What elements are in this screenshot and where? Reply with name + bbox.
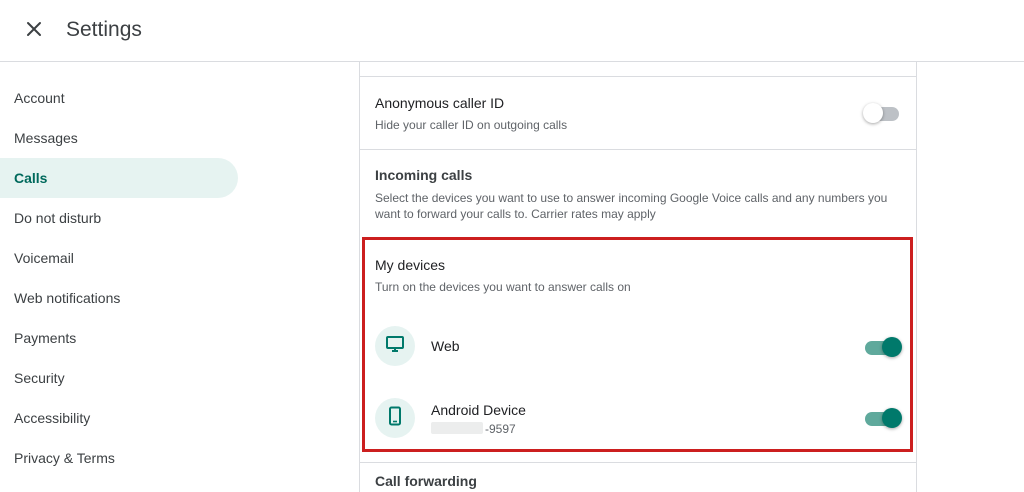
toggle-thumb — [882, 408, 902, 428]
toggle-thumb — [882, 337, 902, 357]
redacted-number-block — [431, 422, 483, 434]
monitor-icon — [385, 334, 405, 359]
calls-settings-panel: Anonymous caller ID Hide your caller ID … — [359, 62, 917, 492]
toggle-thumb — [863, 103, 883, 123]
web-device-toggle[interactable] — [863, 336, 903, 358]
sidebar-item-privacy-terms[interactable]: Privacy & Terms — [0, 438, 238, 478]
close-button[interactable] — [20, 17, 48, 45]
my-devices-title: My devices — [375, 257, 446, 273]
incoming-calls-description: Select the devices you want to use to an… — [375, 191, 888, 221]
settings-app: Settings Account Messages Calls Do not d… — [0, 0, 1024, 492]
android-device-toggle[interactable] — [863, 407, 903, 429]
page-title: Settings — [66, 18, 142, 41]
sidebar-item-messages[interactable]: Messages — [0, 118, 238, 158]
section-divider — [360, 149, 916, 150]
android-device-number-suffix: -9597 — [485, 422, 516, 436]
header: Settings — [0, 0, 1024, 62]
anonymous-caller-id-description: Hide your caller ID on outgoing calls — [375, 118, 568, 132]
sidebar-item-calls[interactable]: Calls — [0, 158, 238, 198]
sidebar-item-web-notifications[interactable]: Web notifications — [0, 278, 238, 318]
anonymous-caller-id-title: Anonymous caller ID — [375, 95, 505, 111]
sidebar-item-security[interactable]: Security — [0, 358, 238, 398]
sidebar-nav: Account Messages Calls Do not disturb Vo… — [0, 78, 240, 478]
sidebar-item-voicemail[interactable]: Voicemail — [0, 238, 238, 278]
web-device-name: Web — [431, 338, 460, 354]
sidebar-item-payments[interactable]: Payments — [0, 318, 238, 358]
call-forwarding-title: Call forwarding — [375, 473, 477, 489]
anonymous-caller-id-toggle[interactable] — [863, 102, 903, 124]
android-device-icon-circle — [375, 398, 415, 438]
section-divider — [360, 76, 916, 77]
sidebar-item-do-not-disturb[interactable]: Do not disturb — [0, 198, 238, 238]
sidebar-item-accessibility[interactable]: Accessibility — [0, 398, 238, 438]
incoming-calls-title: Incoming calls — [375, 167, 473, 183]
sidebar-item-account[interactable]: Account — [0, 78, 238, 118]
my-devices-description: Turn on the devices you want to answer c… — [375, 280, 631, 294]
android-device-number: -9597 — [431, 422, 516, 436]
close-icon — [26, 21, 42, 42]
android-device-name: Android Device — [431, 402, 526, 418]
section-divider — [360, 462, 916, 463]
web-device-icon-circle — [375, 326, 415, 366]
smartphone-icon — [385, 406, 405, 431]
